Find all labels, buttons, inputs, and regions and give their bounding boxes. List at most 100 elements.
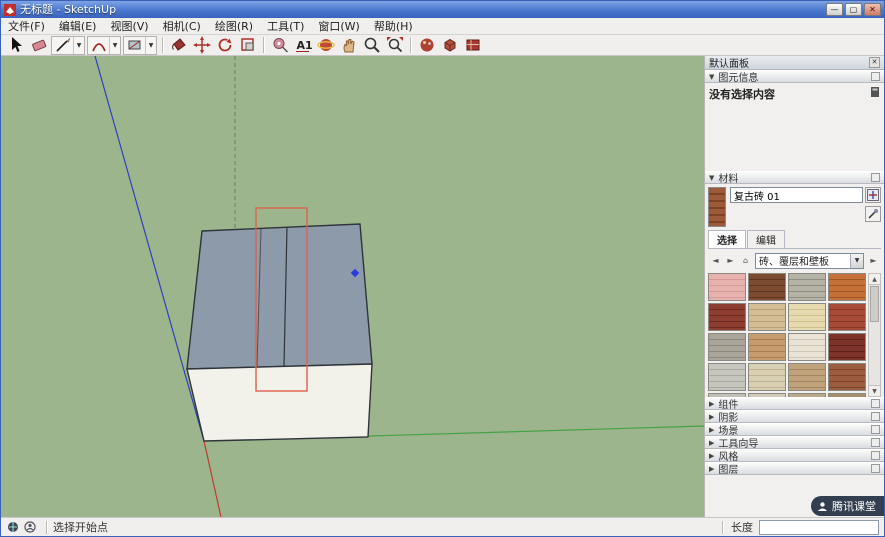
- create-material-icon: [867, 189, 879, 201]
- material-swatch-9[interactable]: [748, 333, 786, 361]
- back-button[interactable]: ◄: [708, 253, 723, 268]
- zoom-tool-button[interactable]: [360, 36, 383, 55]
- components-browser-button[interactable]: [438, 36, 461, 55]
- components-window-icon[interactable]: [871, 399, 880, 408]
- no-selection-text: 没有选择内容: [709, 86, 870, 102]
- eraser-tool-button[interactable]: [27, 36, 50, 55]
- entity-info-body: 没有选择内容: [705, 83, 884, 171]
- shapes-tool-button[interactable]: [124, 36, 145, 55]
- instructor-window-icon[interactable]: [871, 438, 880, 447]
- material-swatch-11[interactable]: [828, 333, 866, 361]
- orbit-icon: [317, 36, 335, 54]
- layers-window-icon[interactable]: [871, 464, 880, 473]
- in-model-button[interactable]: ⌂: [738, 253, 753, 268]
- close-button[interactable]: ✕: [864, 3, 881, 16]
- pan-tool-button[interactable]: [337, 36, 360, 55]
- menu-view[interactable]: 视图(V): [103, 18, 155, 35]
- material-swatch-0[interactable]: [708, 273, 746, 301]
- measurement-input[interactable]: [759, 520, 879, 535]
- drawing-viewport[interactable]: [1, 56, 704, 517]
- orbit-tool-button[interactable]: [314, 36, 337, 55]
- select-tool-button[interactable]: [4, 36, 27, 55]
- materials-window-icon[interactable]: [871, 173, 880, 182]
- entity-info-window-icon[interactable]: [871, 72, 880, 81]
- section-materials-header[interactable]: ▼ 材料: [705, 171, 884, 184]
- tab-select[interactable]: 选择: [708, 230, 746, 248]
- menu-draw[interactable]: 绘图(R): [208, 18, 260, 35]
- scrollbar-thumb[interactable]: [870, 286, 879, 322]
- status-bar: 选择开始点 长度: [1, 517, 884, 536]
- active-material-thumbnail[interactable]: [708, 187, 726, 227]
- material-name-field[interactable]: [730, 187, 863, 203]
- forward-button[interactable]: ►: [723, 253, 738, 268]
- paint-bucket-tool-button[interactable]: [167, 36, 190, 55]
- material-swatch-4[interactable]: [708, 303, 746, 331]
- material-swatch-10[interactable]: [788, 333, 826, 361]
- title-bar[interactable]: 无标题 - SketchUp — ▢ ✕: [1, 1, 884, 18]
- materials-browser-button[interactable]: [415, 36, 438, 55]
- arc-icon: [90, 36, 108, 54]
- zoom-extents-tool-button[interactable]: [383, 36, 406, 55]
- material-swatch-7[interactable]: [828, 303, 866, 331]
- tab-edit[interactable]: 编辑: [747, 230, 785, 248]
- shadows-window-icon[interactable]: [871, 412, 880, 421]
- material-swatch-14[interactable]: [788, 363, 826, 391]
- entity-detail-icon[interactable]: [870, 86, 880, 98]
- layers-label: 图层: [718, 461, 871, 476]
- sample-paint-button[interactable]: [865, 206, 881, 222]
- entity-info-label: 图元信息: [718, 69, 871, 84]
- material-swatch-12[interactable]: [708, 363, 746, 391]
- menu-edit[interactable]: 编辑(E): [52, 18, 104, 35]
- menu-camera[interactable]: 相机(C): [156, 18, 208, 35]
- move-icon: [193, 36, 211, 54]
- create-material-button[interactable]: [865, 187, 881, 203]
- sketchup-logo-icon: [4, 4, 16, 16]
- tray-close-button[interactable]: ✕: [869, 57, 880, 68]
- pencil-icon: [54, 36, 72, 54]
- arc-tool-group: ▼: [87, 36, 121, 55]
- tape-measure-tool-button[interactable]: [268, 36, 291, 55]
- menu-window[interactable]: 窗口(W): [311, 18, 366, 35]
- styles-window-icon[interactable]: [871, 451, 880, 460]
- tencent-classroom-badge[interactable]: 腾讯课堂: [811, 496, 884, 516]
- section-entity-info-header[interactable]: ▼ 图元信息: [705, 70, 884, 83]
- line-tool-button[interactable]: [52, 36, 73, 55]
- material-swatch-13[interactable]: [748, 363, 786, 391]
- styles-browser-button[interactable]: [461, 36, 484, 55]
- tray-title-bar[interactable]: 默认面板 ✕: [705, 56, 884, 70]
- toolbar-separator: [162, 37, 163, 53]
- material-swatch-3[interactable]: [828, 273, 866, 301]
- menu-help[interactable]: 帮助(H): [367, 18, 420, 35]
- arc-tool-dropdown[interactable]: ▼: [109, 37, 120, 54]
- material-swatch-8[interactable]: [708, 333, 746, 361]
- dropdown-caret-icon: ▼: [850, 254, 863, 268]
- rotate-icon: [216, 36, 234, 54]
- shapes-tool-dropdown[interactable]: ▼: [145, 37, 156, 54]
- arc-tool-button[interactable]: [88, 36, 109, 55]
- collapsed-arrow-icon: ▶: [709, 452, 714, 460]
- offset-tool-button[interactable]: [236, 36, 259, 55]
- material-swatch-5[interactable]: [748, 303, 786, 331]
- details-flyout-button[interactable]: ►: [866, 253, 881, 268]
- maximize-button[interactable]: ▢: [845, 3, 862, 16]
- material-swatch-2[interactable]: [788, 273, 826, 301]
- minimize-button[interactable]: —: [826, 3, 843, 16]
- scroll-up-icon[interactable]: ▲: [869, 274, 880, 285]
- menu-tools[interactable]: 工具(T): [260, 18, 311, 35]
- text-tool-button[interactable]: A1: [291, 36, 314, 55]
- swatch-scrollbar[interactable]: ▲ ▼: [868, 273, 881, 397]
- line-tool-dropdown[interactable]: ▼: [73, 37, 84, 54]
- credits-icon[interactable]: [23, 520, 37, 534]
- material-swatch-6[interactable]: [788, 303, 826, 331]
- section-layers[interactable]: ▶ 图层: [705, 462, 884, 475]
- scenes-window-icon[interactable]: [871, 425, 880, 434]
- geolocation-icon[interactable]: [6, 520, 20, 534]
- scroll-down-icon[interactable]: ▼: [869, 385, 880, 396]
- menu-file[interactable]: 文件(F): [1, 18, 52, 35]
- material-swatch-1[interactable]: [748, 273, 786, 301]
- category-value: 砖、覆层和壁板: [759, 253, 850, 268]
- move-tool-button[interactable]: [190, 36, 213, 55]
- rotate-tool-button[interactable]: [213, 36, 236, 55]
- material-swatch-15[interactable]: [828, 363, 866, 391]
- material-category-select[interactable]: 砖、覆层和壁板 ▼: [755, 253, 864, 269]
